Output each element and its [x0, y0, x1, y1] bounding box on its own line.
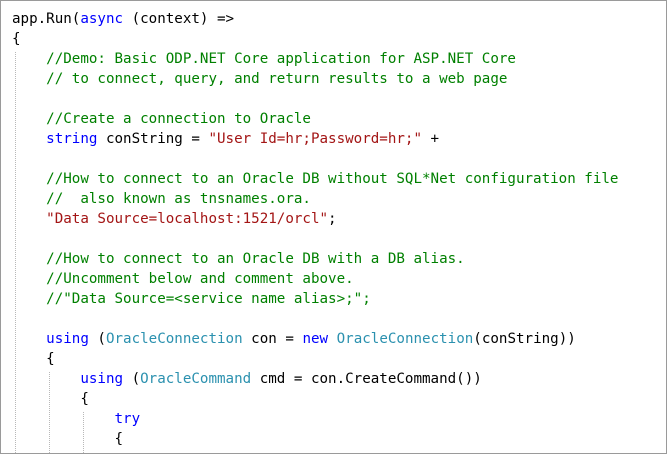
code-token: "Data Source=localhost:1521/orcl" — [12, 211, 329, 227]
code-token: // also known as tnsnames.ora. — [12, 191, 311, 207]
code-token: ( — [88, 331, 106, 347]
code-line: using (OracleCommand cmd = con.CreateCom… — [12, 369, 482, 389]
code-token: using — [12, 371, 124, 387]
code-line: string conString = "User Id=hr;Password=… — [12, 129, 439, 149]
code-token: OracleConnection — [105, 331, 243, 347]
code-token: { — [12, 351, 55, 367]
code-editor[interactable]: app.Run(async (context) => { //Demo: Basi… — [0, 0, 667, 454]
code-token: using — [12, 331, 89, 347]
code-line: // to connect, query, and return results… — [12, 69, 507, 89]
code-line: { — [12, 29, 21, 49]
code-line: using (OracleConnection con = new Oracle… — [12, 329, 576, 349]
code-token: // to connect, query, and return results… — [12, 71, 508, 87]
code-token: { — [12, 31, 21, 47]
code-token: cmd = con.CreateCommand()) — [251, 371, 482, 387]
code-line: try — [12, 409, 140, 429]
code-token: new — [302, 331, 329, 347]
code-line: // also known as tnsnames.ora. — [12, 189, 311, 209]
code-token: + — [422, 131, 440, 147]
code-token: try — [12, 411, 141, 427]
code-token: OracleCommand — [140, 371, 252, 387]
code-token: string — [12, 131, 98, 147]
code-token: //Uncomment below and comment above. — [12, 271, 354, 287]
code-line: { — [12, 389, 89, 409]
code-token: ; — [328, 211, 337, 227]
code-line: //Create a connection to Oracle — [12, 109, 311, 129]
code-line: //How to connect to an Oracle DB without… — [12, 169, 618, 189]
code-token: { — [12, 391, 89, 407]
code-token: //"Data Source=<service name alias>;"; — [12, 291, 371, 307]
code-token: "User Id=hr;Password=hr;" — [208, 131, 423, 147]
code-token: conString = — [97, 131, 209, 147]
code-token: con = — [242, 331, 303, 347]
code-line: //How to connect to an Oracle DB with a … — [12, 249, 465, 269]
code-line: //Uncomment below and comment above. — [12, 269, 354, 289]
code-token: async — [80, 11, 124, 27]
code-line: //Demo: Basic ODP.NET Core application f… — [12, 49, 516, 69]
code-line: //"Data Source=<service name alias>;"; — [12, 289, 371, 309]
code-token: { — [12, 431, 124, 447]
code-line: { — [12, 349, 55, 369]
code-token: OracleConnection — [336, 331, 474, 347]
code-token: //How to connect to an Oracle DB without… — [12, 171, 619, 187]
code-token: //Demo: Basic ODP.NET Core application f… — [12, 51, 516, 67]
code-line: { — [12, 429, 123, 449]
code-token: (conString)) — [473, 331, 576, 347]
code-token: //How to connect to an Oracle DB with a … — [12, 251, 465, 267]
code-token: (context) => — [123, 11, 235, 27]
code-token: ( — [123, 371, 141, 387]
code-line: "Data Source=localhost:1521/orcl"; — [12, 209, 337, 229]
code-token: app.Run( — [12, 11, 81, 27]
code-token: //Create a connection to Oracle — [12, 111, 311, 127]
code-line: app.Run(async (context) => — [12, 9, 234, 29]
